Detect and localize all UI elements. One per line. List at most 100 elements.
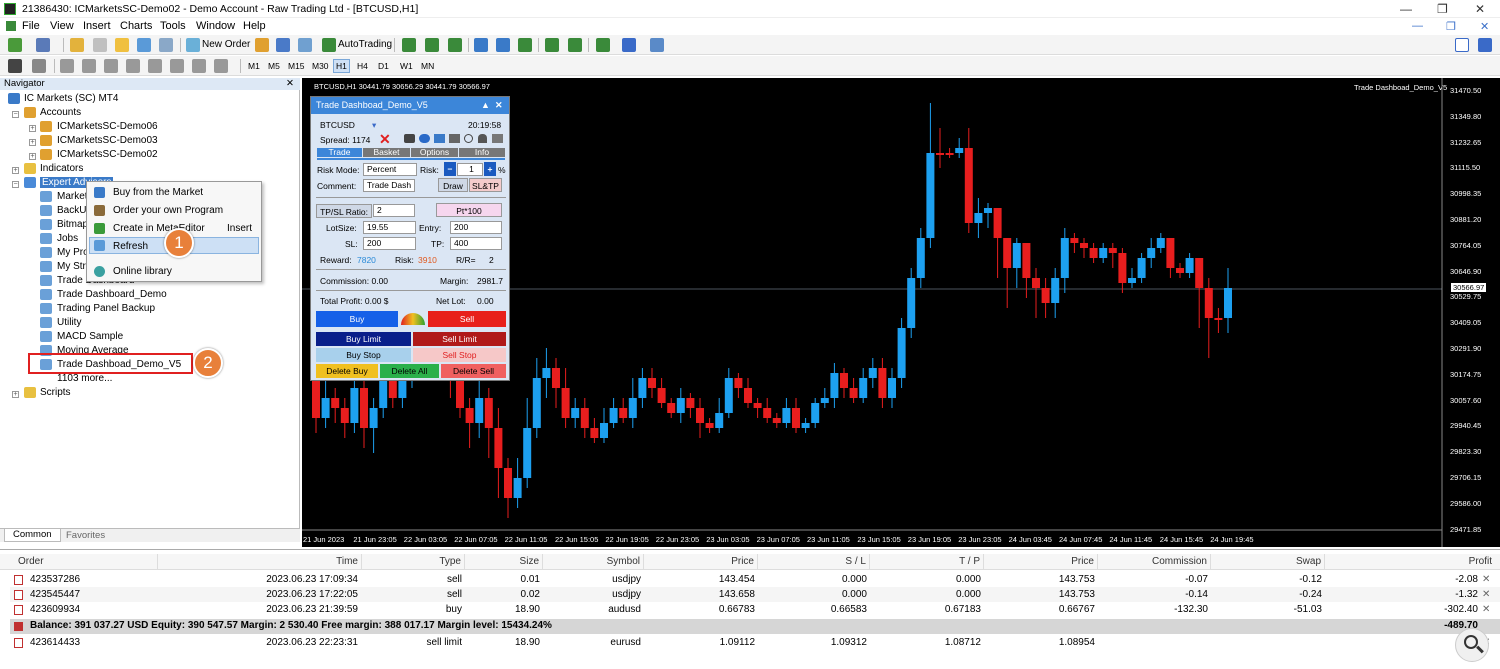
mdi-restore-button[interactable]: ❐ <box>1446 20 1456 33</box>
tf-m30[interactable]: M30 <box>312 61 329 71</box>
bar-chart-icon[interactable] <box>402 38 416 52</box>
menu-tools[interactable]: Tools <box>160 20 186 32</box>
indicators-list-icon[interactable] <box>596 38 610 52</box>
maximize-button[interactable]: ❐ <box>1437 2 1448 16</box>
zoom-out-icon[interactable] <box>496 38 510 52</box>
new-order-button[interactable]: New Order <box>202 39 250 50</box>
nav-indicators[interactable]: Indicators <box>40 163 83 174</box>
draw-button[interactable]: Draw <box>438 178 468 192</box>
tile-windows-icon[interactable] <box>518 38 532 52</box>
tab-common[interactable]: Common <box>4 529 61 542</box>
nav-account-1[interactable]: ICMarketsSC-Demo06 <box>57 121 158 132</box>
line-chart-icon[interactable] <box>448 38 462 52</box>
tf-h4[interactable]: H4 <box>357 61 368 71</box>
ctx-online-library[interactable]: Online library <box>113 266 172 277</box>
magnifier-icon[interactable] <box>1455 628 1489 662</box>
expand-icon[interactable]: + <box>12 391 19 398</box>
ctx-create-metaeditor[interactable]: Create in MetaEditor <box>113 223 205 234</box>
menu-help[interactable]: Help <box>243 20 266 32</box>
tf-m15[interactable]: M15 <box>288 61 305 71</box>
close-all-icon[interactable]: ✕ <box>379 131 391 148</box>
col-profit[interactable]: Profit <box>1325 554 1495 570</box>
nav-scripts[interactable]: Scripts <box>40 387 71 398</box>
signals-icon[interactable] <box>276 38 290 52</box>
vertical-line-icon[interactable] <box>60 59 74 73</box>
minimize-button[interactable]: — <box>1400 2 1412 16</box>
market-watch-icon[interactable] <box>70 38 84 52</box>
close-order-icon[interactable]: ✕ <box>1482 602 1490 617</box>
col-symbol[interactable]: Symbol <box>543 554 644 570</box>
tpsl-ratio-input[interactable]: 2 <box>373 204 415 217</box>
autoscroll-icon[interactable] <box>568 38 582 52</box>
expand-icon[interactable]: + <box>12 167 19 174</box>
close-order-icon[interactable]: ✕ <box>1482 587 1490 602</box>
col-time[interactable]: Time <box>158 554 362 570</box>
risk-plus-button[interactable]: + <box>484 162 496 176</box>
strategy-tester-icon[interactable] <box>159 38 173 52</box>
pt-button[interactable]: Pt*100 <box>436 203 502 217</box>
chat-icon[interactable] <box>1478 38 1492 52</box>
mdi-close-button[interactable]: ✕ <box>1480 20 1489 33</box>
col-sl[interactable]: S / L <box>758 554 870 570</box>
symbol-selector[interactable]: BTCUSD <box>320 120 355 130</box>
table-row[interactable]: 423609934 2023.06.23 21:39:59 buy 18.90 audu… <box>10 602 1500 617</box>
menu-file[interactable]: File <box>22 20 40 32</box>
expand-icon[interactable]: + <box>29 139 36 146</box>
terminal-icon[interactable] <box>137 38 151 52</box>
collapse-icon[interactable]: − <box>12 181 19 188</box>
tab-trade[interactable]: Trade <box>317 148 362 157</box>
nav-ea-item[interactable]: Market <box>57 191 88 202</box>
col-swap[interactable]: Swap <box>1211 554 1325 570</box>
delete-buy-button[interactable]: Delete Buy <box>316 364 378 378</box>
sltp-button[interactable]: SL&TP <box>469 178 502 192</box>
sell-button[interactable]: Sell <box>428 311 506 327</box>
tab-info[interactable]: Info <box>459 148 505 157</box>
delete-all-button[interactable]: Delete All <box>380 364 439 378</box>
channel-icon[interactable] <box>126 59 140 73</box>
nav-account-2[interactable]: ICMarketsSC-Demo03 <box>57 135 158 146</box>
risk-input[interactable]: 1 <box>457 163 483 176</box>
market-icon[interactable] <box>298 38 312 52</box>
search-icon[interactable] <box>1455 38 1469 52</box>
ctx-refresh[interactable]: Refresh <box>113 241 148 252</box>
expand-icon[interactable]: + <box>29 125 36 132</box>
comment-input[interactable]: Trade Dash <box>363 179 415 192</box>
nav-ea-item[interactable]: My Pro <box>57 247 89 258</box>
close-order-icon[interactable]: ✕ <box>1482 572 1490 587</box>
nav-root[interactable]: IC Markets (SC) MT4 <box>24 93 118 104</box>
sell-limit-button[interactable]: Sell Limit <box>413 332 506 346</box>
expand-icon[interactable]: + <box>29 153 36 160</box>
table-row[interactable]: 423545447 2023.06.23 17:22:05 sell 0.02 usdj… <box>10 587 1500 602</box>
sl-input[interactable]: 200 <box>363 237 416 250</box>
new-chart-icon[interactable] <box>8 38 22 52</box>
collapse-icon[interactable]: ▲ <box>481 97 490 114</box>
profiles-icon[interactable] <box>36 38 50 52</box>
col-type[interactable]: Type <box>362 554 465 570</box>
tf-h1[interactable]: H1 <box>333 59 350 73</box>
col-commission[interactable]: Commission <box>1098 554 1211 570</box>
risk-mode-select[interactable]: Percent <box>363 163 417 176</box>
risk-minus-button[interactable]: − <box>444 162 456 176</box>
pending-order-row[interactable]: 423614433 2023.06.23 22:23:31 sell limit… <box>10 635 1500 650</box>
col-size[interactable]: Size <box>465 554 543 570</box>
col-order[interactable]: Order <box>18 554 158 570</box>
nav-ea-item[interactable]: Jobs <box>57 233 78 244</box>
chart-shift-icon[interactable] <box>545 38 559 52</box>
table-row[interactable]: 423537286 2023.06.23 17:09:34 sell 0.01 usdj… <box>10 572 1500 587</box>
eye-icon[interactable] <box>419 134 430 143</box>
col-price[interactable]: Price <box>644 554 758 570</box>
nav-ea-item[interactable]: Bitmap <box>57 219 88 230</box>
menu-view[interactable]: View <box>50 20 74 32</box>
tf-w1[interactable]: W1 <box>400 61 413 71</box>
tab-basket[interactable]: Basket <box>363 148 410 157</box>
label-icon[interactable] <box>192 59 206 73</box>
nav-ea-item[interactable]: MACD Sample <box>57 331 123 342</box>
menu-insert[interactable]: Insert <box>83 20 111 32</box>
cursor-icon[interactable] <box>8 59 22 73</box>
bell-icon[interactable] <box>478 134 487 143</box>
nav-ea-item[interactable]: Utility <box>57 317 81 328</box>
menu-window[interactable]: Window <box>196 20 235 32</box>
templates-icon[interactable] <box>650 38 664 52</box>
close-icon[interactable]: ✕ <box>495 97 503 114</box>
sell-stop-button[interactable]: Sell Stop <box>413 348 506 362</box>
